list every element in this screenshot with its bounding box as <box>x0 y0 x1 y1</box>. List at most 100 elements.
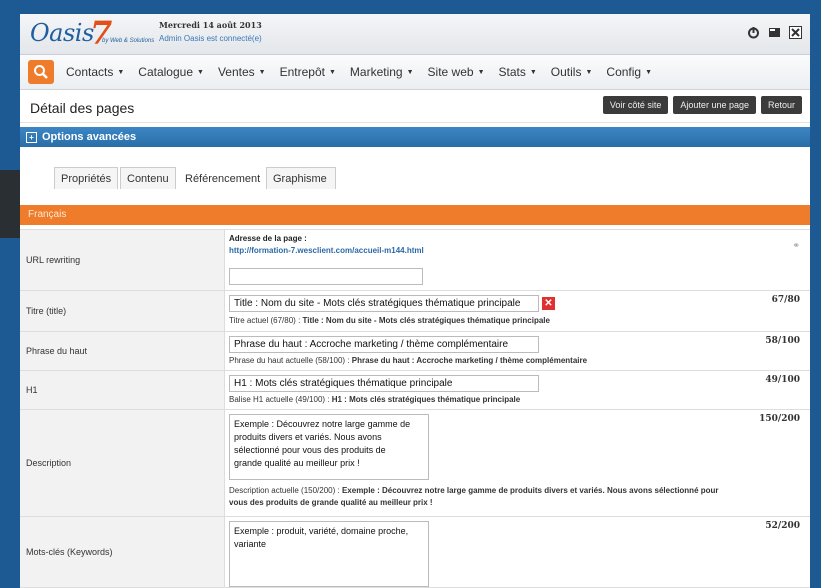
nav-marketing-label: Marketing <box>349 65 403 79</box>
description-hint: Description actuelle (150/200) : Exemple… <box>229 486 719 495</box>
title-counter: 67/80 <box>771 295 800 305</box>
page-header: Détail des pages Voir côté site Ajouter … <box>20 90 810 123</box>
nav-contacts-label: Contacts <box>66 65 114 79</box>
close-icon[interactable] <box>789 26 802 42</box>
top-phrase-counter: 58/100 <box>765 336 800 346</box>
title-label: Titre (title) <box>20 291 225 331</box>
row-title: Titre (title) Title : Nom du site - Mots… <box>20 291 810 332</box>
app-window: Oasis 7 by Web & Solutions Mercredi 14 a… <box>20 14 810 588</box>
nav-stats-label: Stats <box>498 65 526 79</box>
h1-hint: Balise H1 actuelle (49/100) : H1 : Mots … <box>229 395 520 404</box>
chevron-down-icon: ▼ <box>585 69 593 77</box>
clear-title-icon[interactable]: ✕ <box>542 297 555 310</box>
language-bar: Français <box>20 205 810 225</box>
nav-marketing[interactable]: Marketing ▼ <box>350 65 414 79</box>
advanced-options-toggle[interactable]: + Options avancées <box>20 127 810 147</box>
nav-site-web-label: Site web <box>427 65 474 79</box>
description-hint-line-2: vous des produits de grande qualité au m… <box>229 498 433 507</box>
page-title: Détail des pages <box>30 100 135 116</box>
nav-outils[interactable]: Outils ▼ <box>551 65 593 79</box>
title-input[interactable]: Title : Nom du site - Mots clés stratégi… <box>229 295 539 312</box>
plus-icon: + <box>26 131 37 143</box>
top-phrase-label: Phrase du haut <box>20 332 225 370</box>
top-phrase-hint: Phrase du haut actuelle (58/100) : Phras… <box>229 356 587 365</box>
h1-hint-value: H1 : Mots clés stratégiques thématique p… <box>331 395 521 404</box>
chevron-down-icon: ▼ <box>258 69 266 77</box>
user-status[interactable]: Admin Oasis est connecté(e) <box>159 34 262 43</box>
nav-config[interactable]: Config ▼ <box>606 65 652 79</box>
nav-ventes[interactable]: Ventes ▼ <box>218 65 266 79</box>
search-icon <box>34 65 48 79</box>
row-top-phrase: Phrase du haut Phrase du haut : Accroche… <box>20 332 810 371</box>
chevron-down-icon: ▼ <box>328 69 336 77</box>
keywords-value: Exemple : produit, variété, domaine proc… <box>225 517 810 587</box>
row-h1: H1 H1 : Mots clés stratégiques thématiqu… <box>20 371 810 410</box>
chevron-down-icon: ▼ <box>529 69 537 77</box>
tab-graphisme[interactable]: Graphisme <box>266 167 336 189</box>
nav-ventes-label: Ventes <box>217 65 255 79</box>
h1-label: H1 <box>20 371 225 409</box>
keywords-label: Mots-clés (Keywords) <box>20 517 225 587</box>
title-hint-prefix: Titre actuel (67/80) : <box>229 316 303 325</box>
view-site-button[interactable]: Voir côté site <box>602 96 669 114</box>
description-textarea[interactable]: Exemple : Découvrez notre large gamme de… <box>229 414 429 480</box>
main-nav: Contacts ▼ Catalogue ▼ Ventes ▼ Entrepôt ▼ M… <box>20 55 810 90</box>
layout-icon[interactable] <box>768 26 781 42</box>
url-rewriting-label: URL rewriting <box>20 230 225 290</box>
keywords-counter: 52/200 <box>765 521 800 531</box>
current-date: Mercredi 14 août 2013 <box>159 20 262 30</box>
logo-number: 7 <box>90 14 113 52</box>
power-icon[interactable] <box>747 26 760 42</box>
chevron-down-icon: ▼ <box>197 69 204 77</box>
chevron-down-icon: ▼ <box>645 69 653 77</box>
description-hint-prefix: Description actuelle (150/200) : <box>229 486 342 495</box>
h1-hint-prefix: Balise H1 actuelle (49/100) : <box>229 395 332 404</box>
top-bar: Oasis 7 by Web & Solutions Mercredi 14 a… <box>20 14 810 55</box>
search-button[interactable] <box>28 60 54 84</box>
h1-counter: 49/100 <box>765 375 800 385</box>
nav-contacts[interactable]: Contacts ▼ <box>66 65 124 79</box>
description-hint-value-1: Exemple : Découvrez notre large gamme de… <box>341 486 719 495</box>
back-button[interactable]: Retour <box>760 96 802 114</box>
description-counter: 150/200 <box>759 414 800 424</box>
title-hint-value: Title : Nom du site - Mots clés stratégi… <box>302 316 550 325</box>
nav-outils-label: Outils <box>550 65 582 79</box>
background-dark-block <box>0 170 20 238</box>
top-phrase-hint-prefix: Phrase du haut actuelle (58/100) : <box>229 356 352 365</box>
row-url-rewriting: URL rewriting Adresse de la page : http:… <box>20 230 810 291</box>
chevron-down-icon: ▼ <box>406 69 414 77</box>
url-rewriting-input[interactable] <box>229 268 423 285</box>
tab-referencement[interactable]: Référencement <box>178 167 264 189</box>
link-icon[interactable]: ⚭ <box>792 240 800 251</box>
url-rewriting-value: Adresse de la page : http://formation-7.… <box>225 230 810 290</box>
tab-proprietes[interactable]: Propriétés <box>54 167 118 189</box>
nav-entrepot-label: Entrepôt <box>279 65 325 79</box>
keywords-textarea[interactable]: Exemple : produit, variété, domaine proc… <box>229 521 429 587</box>
h1-input[interactable]: H1 : Mots clés stratégiques thématique p… <box>229 375 539 392</box>
top-phrase-hint-value: Phrase du haut : Accroche marketing / th… <box>351 356 588 365</box>
top-icons <box>747 26 802 42</box>
page-address-link[interactable]: http://formation-7.wesclient.com/accueil… <box>229 246 424 255</box>
title-hint: Titre actuel (67/80) : Title : Nom du si… <box>229 316 550 325</box>
top-phrase-value: Phrase du haut : Accroche marketing / th… <box>225 332 810 370</box>
background-left <box>0 0 20 588</box>
advanced-options-label: Options avancées <box>42 131 137 143</box>
tab-contenu[interactable]: Contenu <box>120 167 176 189</box>
page-address-label: Adresse de la page : <box>229 234 307 243</box>
chevron-down-icon: ▼ <box>117 69 125 77</box>
title-value: Title : Nom du site - Mots clés stratégi… <box>225 291 810 331</box>
nav-entrepot[interactable]: Entrepôt ▼ <box>280 65 336 79</box>
nav-catalogue[interactable]: Catalogue ▼ <box>138 65 204 79</box>
nav-site-web[interactable]: Site web ▼ <box>428 65 485 79</box>
description-label: Description <box>20 410 225 516</box>
top-phrase-input[interactable]: Phrase du haut : Accroche marketing / th… <box>229 336 539 353</box>
chevron-down-icon: ▼ <box>477 69 485 77</box>
nav-stats[interactable]: Stats ▼ <box>499 65 537 79</box>
logo-by: by Web & Solutions <box>102 38 155 44</box>
nav-config-label: Config <box>606 65 642 79</box>
header-buttons: Voir côté site Ajouter une page Retour <box>602 96 802 114</box>
nav-catalogue-label: Catalogue <box>138 65 194 79</box>
row-description: Description Exemple : Découvrez notre la… <box>20 410 810 517</box>
add-page-button[interactable]: Ajouter une page <box>673 96 756 114</box>
seo-form: URL rewriting Adresse de la page : http:… <box>20 229 810 588</box>
